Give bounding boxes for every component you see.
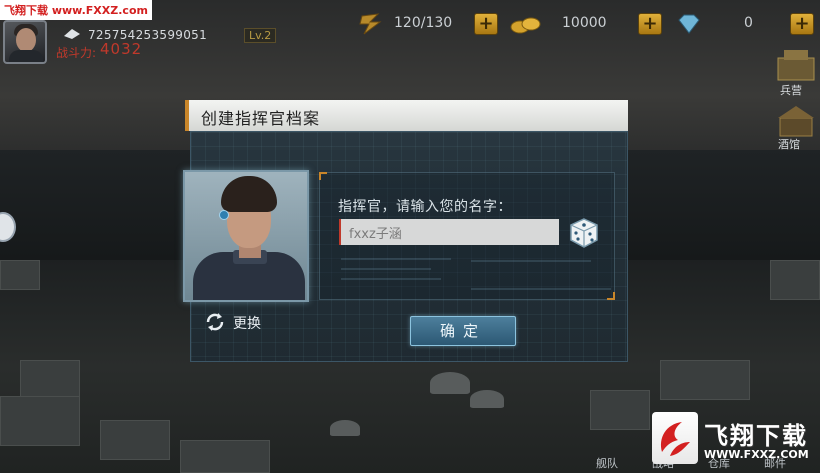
create-commander-dialog: 更换 指挥官，请输入您的名字： 确定 创建指挥官档案 <box>183 100 628 362</box>
watermark-banner: 飞翔下载 www.FXXZ.com <box>0 0 152 20</box>
logo-title: 飞翔下载 <box>704 422 808 450</box>
radar-dome <box>430 372 470 394</box>
add-gold-button[interactable]: + <box>638 13 662 35</box>
diamond-icon <box>678 14 700 34</box>
radar-dome <box>470 390 504 408</box>
gold-resource: 10000 <box>510 12 650 36</box>
radar-dome <box>330 420 360 436</box>
logo-url: WWW.FXXZ.COM <box>704 448 809 461</box>
lightning-icon <box>359 13 382 35</box>
logo-icon <box>652 412 698 464</box>
barracks-label: 兵营 <box>780 84 802 97</box>
site-logo-watermark: 飞翔下载 WWW.FXXZ.COM <box>652 410 812 468</box>
dialog-title: 创建指挥官档案 <box>201 109 321 128</box>
building <box>590 390 650 430</box>
add-diamond-button[interactable]: + <box>790 13 814 35</box>
refresh-icon <box>206 313 224 331</box>
dialog-title-bar: 创建指挥官档案 <box>185 100 628 131</box>
gold-value: 10000 <box>562 15 607 31</box>
building <box>20 360 80 400</box>
diamond-resource: 0 <box>674 12 784 36</box>
commander-portrait <box>183 170 309 302</box>
building <box>100 420 170 460</box>
power-value: 4032 <box>100 40 143 58</box>
random-name-dice-icon[interactable] <box>567 216 601 250</box>
name-prompt: 指挥官，请输入您的名字： <box>338 199 512 215</box>
building <box>0 260 40 290</box>
id-card-icon <box>64 29 80 39</box>
nav-fleet[interactable]: 舰队 <box>596 455 618 471</box>
barracks-icon <box>777 50 815 81</box>
tavern-label: 酒馆 <box>778 138 800 151</box>
confirm-button[interactable]: 确定 <box>410 316 516 346</box>
level-badge: Lv.2 <box>244 28 277 43</box>
player-avatar[interactable] <box>3 20 47 64</box>
building <box>770 260 820 300</box>
change-label: 更换 <box>233 316 261 332</box>
power-label: 战斗力: <box>56 46 97 60</box>
commander-name-input[interactable] <box>339 219 559 245</box>
decorative-data-lines <box>341 254 611 294</box>
building <box>660 360 750 400</box>
energy-value: 120/130 <box>394 15 453 31</box>
diamond-value: 0 <box>744 15 753 31</box>
building <box>180 440 270 473</box>
coins-icon <box>510 17 541 34</box>
change-portrait-button[interactable]: 更换 <box>203 310 273 334</box>
add-energy-button[interactable]: + <box>474 13 498 35</box>
dialog-body: 更换 指挥官，请输入您的名字： 确定 <box>183 131 628 362</box>
building <box>0 396 80 446</box>
